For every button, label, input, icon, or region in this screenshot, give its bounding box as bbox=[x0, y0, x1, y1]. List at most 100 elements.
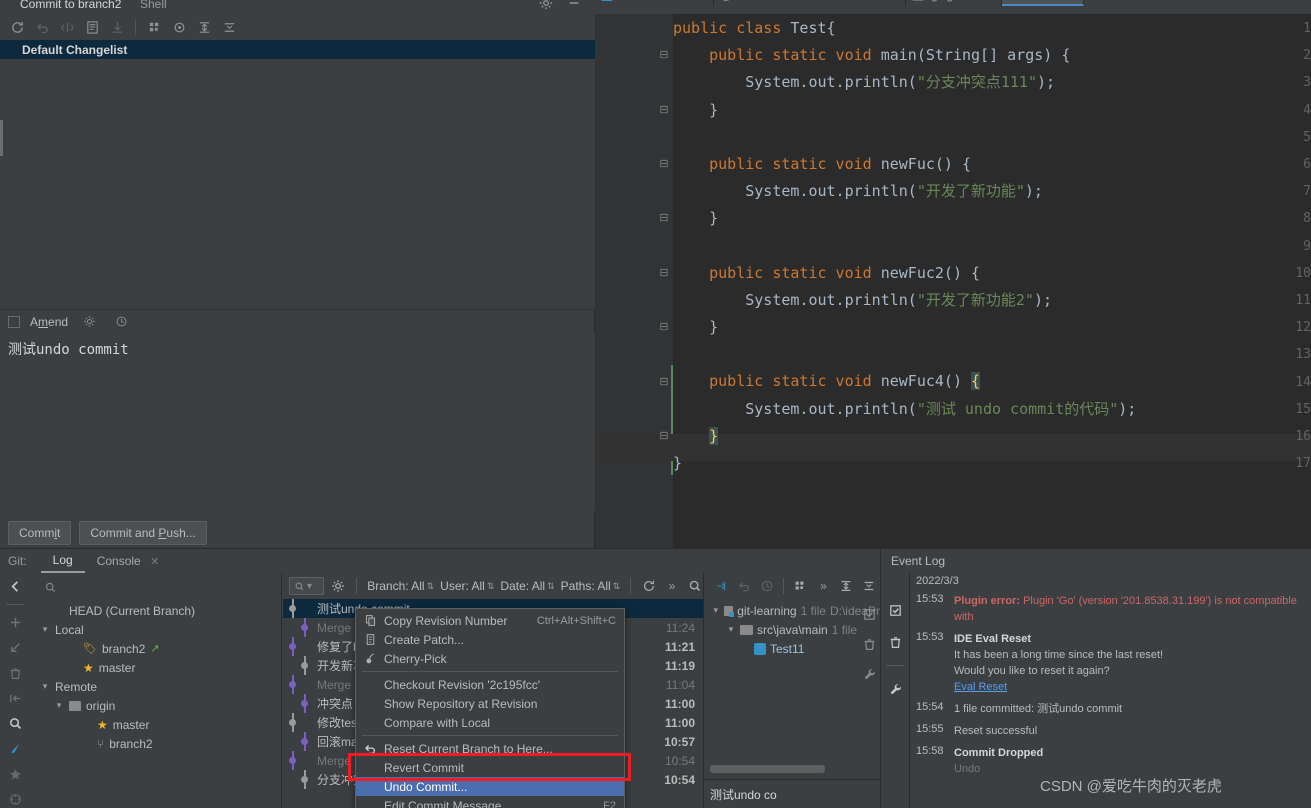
highlight-icon[interactable] bbox=[4, 739, 26, 758]
file-list-icon[interactable] bbox=[81, 16, 103, 38]
context-menu-item[interactable]: Show Repository at Revision bbox=[356, 694, 624, 713]
commit-button[interactable]: Commit bbox=[8, 521, 72, 545]
log-search-input[interactable]: ▾ bbox=[289, 577, 324, 595]
code-fold-icon[interactable]: ⊟ bbox=[657, 151, 671, 178]
code-fold-icon[interactable]: ⊟ bbox=[657, 97, 671, 124]
expand-all-icon[interactable] bbox=[193, 16, 215, 38]
editor-tab-gitignore[interactable]: .gitignore ✕ bbox=[906, 0, 1003, 6]
tab-commit-to-branch2[interactable]: Commit to branch2 bbox=[10, 0, 131, 14]
filter-paths[interactable]: Paths: All ⇅ bbox=[561, 579, 621, 593]
refresh-icon[interactable] bbox=[641, 575, 658, 597]
branch-tree-row[interactable]: ▾ origin bbox=[30, 696, 281, 715]
more-icon[interactable]: » bbox=[813, 575, 834, 597]
branch-tree-row[interactable]: HEAD (Current Branch) bbox=[30, 601, 281, 620]
show-diff-icon[interactable] bbox=[56, 16, 78, 38]
collapse-panel-icon[interactable] bbox=[4, 577, 26, 596]
collapse-all-icon[interactable] bbox=[218, 16, 240, 38]
branch-tree-row[interactable]: ▾ Local bbox=[30, 620, 281, 639]
default-changelist-row[interactable]: Default Changelist bbox=[0, 40, 595, 59]
tab-log[interactable]: Log bbox=[40, 550, 85, 573]
commit-and-push-button[interactable]: Commit and Push... bbox=[79, 521, 207, 545]
download-icon[interactable] bbox=[106, 16, 128, 38]
delete-icon[interactable] bbox=[4, 664, 26, 683]
code-fold-icon[interactable]: ⊟ bbox=[657, 314, 671, 341]
editor-tab-test11[interactable]: Test11 ✕ bbox=[1002, 0, 1085, 6]
checkout-icon[interactable] bbox=[4, 638, 26, 657]
commit-file-row[interactable]: Test11 bbox=[704, 639, 880, 658]
commit-message-field[interactable]: 测试undo commit bbox=[0, 333, 595, 511]
revert-icon[interactable] bbox=[733, 575, 754, 597]
event-log-link[interactable]: Eval Reset bbox=[954, 679, 1305, 695]
merge-icon[interactable] bbox=[4, 689, 26, 708]
settings-wrench-icon[interactable] bbox=[884, 678, 906, 700]
collapse-all-icon[interactable] bbox=[859, 575, 880, 597]
clear-icon[interactable] bbox=[884, 631, 906, 653]
delete-icon[interactable] bbox=[858, 633, 880, 655]
amend-checkbox[interactable] bbox=[8, 315, 20, 328]
context-menu-item[interactable]: Checkout Revision '2c195fcc' bbox=[356, 675, 624, 694]
settings-icon[interactable] bbox=[4, 790, 26, 808]
group-by-icon[interactable] bbox=[790, 575, 811, 597]
minimize-icon[interactable] bbox=[567, 0, 583, 12]
branch-tree-row[interactable]: ⑂ branch2 bbox=[30, 734, 281, 753]
filter-branch[interactable]: Branch: All ⇅ bbox=[367, 579, 434, 593]
tab-shell[interactable]: Shell bbox=[130, 0, 177, 14]
close-icon[interactable]: ✕ bbox=[1066, 0, 1075, 1]
tab-console[interactable]: Console ✕ bbox=[85, 551, 172, 572]
rollback-icon[interactable] bbox=[31, 16, 53, 38]
add-icon[interactable] bbox=[4, 613, 26, 632]
chevron-down-icon[interactable]: ▾ bbox=[40, 681, 50, 692]
close-icon[interactable]: ✕ bbox=[695, 0, 704, 2]
code-fold-icon[interactable]: ⊟ bbox=[657, 205, 671, 232]
commit-file-row[interactable]: ▾ src\java\main 1 file bbox=[704, 620, 880, 639]
refresh-icon[interactable] bbox=[6, 16, 28, 38]
branch-tree-row[interactable]: ★ master bbox=[30, 658, 281, 677]
gear-icon[interactable] bbox=[330, 575, 347, 597]
branch-tree-row[interactable]: ▾ Remote bbox=[30, 677, 281, 696]
changed-files-list[interactable] bbox=[0, 59, 595, 309]
context-menu-item[interactable]: Revert Commit bbox=[356, 758, 624, 777]
chevron-down-icon[interactable]: ▾ bbox=[712, 605, 720, 616]
search-icon[interactable] bbox=[4, 714, 26, 733]
code-fold-icon[interactable]: ⊟ bbox=[657, 42, 671, 69]
preview-eye-icon[interactable] bbox=[168, 16, 190, 38]
context-menu-item[interactable]: Cherry-Pick bbox=[356, 649, 624, 668]
expand-all-icon[interactable] bbox=[836, 575, 857, 597]
context-menu-item[interactable]: Reset Current Branch to Here... bbox=[356, 739, 624, 758]
branch-tree-row[interactable]: 🏷 branch2 ↗ bbox=[30, 639, 281, 658]
branch-search-input[interactable] bbox=[30, 573, 281, 601]
wrench-icon[interactable] bbox=[858, 663, 880, 685]
find-icon[interactable] bbox=[686, 575, 703, 597]
gear-icon[interactable] bbox=[78, 311, 100, 333]
gear-icon[interactable] bbox=[539, 0, 555, 12]
context-menu-item[interactable]: Undo Commit... bbox=[356, 777, 624, 796]
chevron-down-icon[interactable]: ▾ bbox=[726, 624, 736, 635]
code-fold-icon[interactable]: ⊟ bbox=[657, 260, 671, 287]
mark-read-icon[interactable] bbox=[884, 599, 906, 621]
commit-context-menu[interactable]: Copy Revision Number Ctrl+Alt+Shift+C Crea… bbox=[355, 608, 625, 808]
edit-icon[interactable] bbox=[858, 603, 880, 625]
event-log-entries[interactable]: 2022/3/3 15:53 Plugin error: Plugin 'Go' … bbox=[909, 573, 1311, 808]
chevron-down-icon[interactable]: ▾ bbox=[54, 700, 64, 711]
commit-file-row[interactable]: ▾ git-learning 1 file D:\ideaPr bbox=[704, 601, 880, 620]
cherry-pick-icon[interactable] bbox=[710, 575, 731, 597]
code-fold-icon[interactable]: ⊟ bbox=[657, 369, 671, 396]
editor-tab-whats-new[interactable]: What's New in IntelliJ IDEA ✕ bbox=[714, 0, 906, 6]
close-icon[interactable]: ✕ bbox=[888, 0, 897, 2]
favorite-icon[interactable] bbox=[4, 765, 26, 784]
group-by-icon[interactable] bbox=[143, 16, 165, 38]
history-icon[interactable] bbox=[110, 311, 132, 333]
filter-date[interactable]: Date: All ⇅ bbox=[500, 579, 554, 593]
context-menu-item[interactable]: Copy Revision Number Ctrl+Alt+Shift+C bbox=[356, 611, 624, 630]
context-menu-item[interactable]: Create Patch... bbox=[356, 630, 624, 649]
history-icon[interactable] bbox=[756, 575, 777, 597]
context-menu-item[interactable]: Edit Commit Message... F2 bbox=[356, 796, 624, 808]
horizontal-scrollbar[interactable] bbox=[710, 765, 825, 773]
code-fold-icon[interactable]: ⊟ bbox=[657, 423, 671, 450]
close-icon[interactable]: ✕ bbox=[984, 0, 993, 2]
close-icon[interactable]: ✕ bbox=[150, 556, 159, 568]
context-menu-item[interactable]: Compare with Local bbox=[356, 713, 624, 732]
filter-user[interactable]: User: All ⇅ bbox=[440, 579, 494, 593]
code-content[interactable]: public class Test{ public static void ma… bbox=[673, 14, 1311, 548]
chevron-down-icon[interactable]: ▾ bbox=[40, 624, 50, 635]
